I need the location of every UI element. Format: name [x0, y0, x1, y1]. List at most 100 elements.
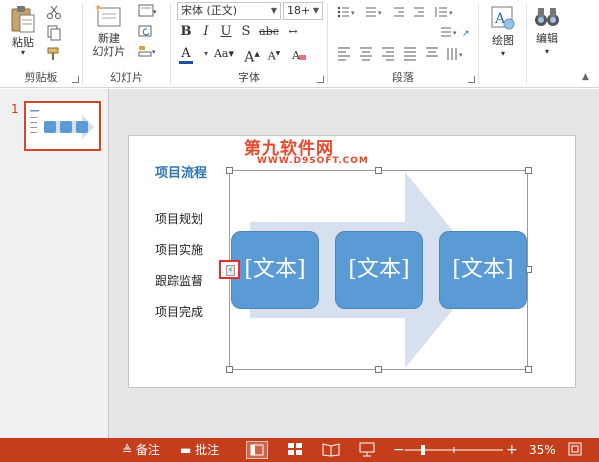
italic-button[interactable]: I [197, 23, 215, 41]
normal-view-button[interactable] [246, 441, 268, 459]
chevron-down-icon: ▼ [270, 6, 277, 15]
list-buttons-row[interactable]: ▾ ▾ ▾ [336, 4, 476, 20]
editing-label: 编辑 [536, 32, 558, 45]
drawing-dropdown-icon: ▾ [500, 49, 505, 58]
clear-formatting-icon[interactable]: A [291, 48, 307, 62]
slide-sorter-button[interactable] [285, 441, 307, 459]
collapse-ribbon-icon[interactable]: ▲ [582, 72, 589, 82]
resize-handle[interactable] [375, 167, 382, 174]
shadow-s-icon: S [241, 24, 251, 39]
svg-text:▾: ▾ [152, 48, 156, 56]
find-binoculars-icon [535, 8, 559, 26]
paste-button[interactable]: 粘贴 ▾ [6, 4, 40, 57]
section-icon[interactable]: ▾ [138, 44, 158, 58]
clipboard-group: 粘贴 ▾ 剪贴板 [0, 0, 82, 88]
svg-text:▾: ▾ [153, 8, 157, 16]
text-direction-row[interactable]: ▾ ↗ [336, 24, 476, 40]
normal-view-icon [250, 444, 264, 456]
smartart-text-box[interactable]: [文本] [335, 231, 423, 309]
resize-handle[interactable] [525, 167, 532, 174]
font-color-swatch [179, 61, 193, 64]
reading-view-icon [322, 443, 340, 457]
fit-to-window-button[interactable] [566, 441, 588, 459]
text-pane-toggle-button[interactable]: ‹ [219, 260, 240, 279]
grow-font-button[interactable]: A▲ [243, 45, 261, 67]
svg-text:▾: ▾ [449, 9, 453, 17]
slideshow-icon [359, 442, 375, 457]
svg-text:↗: ↗ [462, 29, 470, 39]
cut-icon[interactable] [46, 4, 62, 20]
shapes-icon: A [491, 6, 515, 30]
font-group: 宋体 (正文) ▼ 18+ ▼ B I U S abc ↔ A ▾ Aa▾ A▲ A… [171, 0, 327, 88]
clipboard-group-label: 剪贴板 [24, 71, 58, 84]
shadow-button[interactable]: S [237, 23, 255, 41]
zoom-in-button[interactable]: + [506, 438, 518, 462]
font-name-dropdown[interactable]: 宋体 (正文) ▼ [177, 2, 281, 20]
format-painter-icon[interactable] [46, 46, 62, 62]
resize-handle[interactable] [226, 366, 233, 373]
svg-text:✶: ✶ [94, 3, 102, 14]
zoom-slider[interactable] [405, 445, 503, 455]
font-color-button[interactable]: A [177, 45, 195, 64]
notes-button[interactable]: ≜ 备注 [122, 438, 160, 462]
resize-handle[interactable] [525, 366, 532, 373]
slide-text-item[interactable]: 项目规划 [155, 210, 203, 227]
font-color-letter: A [181, 46, 191, 61]
drawing-button[interactable]: A 绘图 ▾ [485, 4, 521, 60]
copy-icon[interactable] [46, 25, 62, 41]
clipboard-launcher-icon[interactable] [72, 76, 79, 83]
slide-text-item[interactable]: 项目实施 [155, 241, 203, 258]
comments-button[interactable]: ▬ 批注 [180, 438, 219, 462]
svg-text:▾: ▾ [351, 9, 355, 17]
chevron-left-icon: ‹ [226, 265, 235, 276]
grow-font-letter: A [244, 49, 255, 66]
editing-button[interactable]: 编辑 ▾ [529, 4, 565, 58]
new-slide-button[interactable]: ✶ 新建 幻灯片 [87, 2, 131, 58]
paragraph-launcher-icon[interactable] [468, 76, 475, 83]
new-slide-label-2: 幻灯片 [92, 45, 126, 58]
layout-icon[interactable]: ▾ [138, 4, 158, 18]
reset-slide-icon[interactable] [138, 24, 154, 38]
paste-dropdown-icon[interactable]: ▾ [6, 49, 40, 57]
char-spacing-button[interactable]: ↔ [285, 23, 301, 41]
zoom-level[interactable]: 35% [529, 438, 556, 462]
slideshow-button[interactable] [357, 441, 379, 459]
zoom-out-button[interactable]: − [393, 438, 405, 462]
new-slide-icon: ✶ [94, 3, 121, 27]
new-slide-label-1: 新建 [98, 32, 120, 45]
svg-text:▾: ▾ [378, 9, 382, 17]
shrink-font-button[interactable]: A▼ [265, 45, 283, 66]
slide-thumbnail[interactable] [24, 101, 101, 151]
resize-handle[interactable] [375, 366, 382, 373]
font-size-dropdown[interactable]: 18+ ▼ [283, 2, 323, 20]
change-case-button[interactable]: Aa▾ [211, 45, 237, 63]
paragraph-group: ▾ ▾ ▾ ▾ ↗ ▾ 段落 [328, 0, 478, 88]
svg-text:▾: ▾ [459, 51, 463, 59]
fit-window-icon [568, 442, 582, 456]
watermark-url: WWW.D9SOFT.COM [257, 156, 369, 166]
bold-button[interactable]: B [177, 23, 195, 41]
resize-handle[interactable] [226, 167, 233, 174]
notes-icon: ≜ [122, 443, 133, 457]
slide-title[interactable]: 项目流程 [155, 162, 207, 181]
reading-view-button[interactable] [321, 441, 343, 459]
drawing-group: A 绘图 ▾ [479, 0, 526, 88]
svg-text:▾: ▾ [453, 29, 457, 37]
underline-button[interactable]: U [217, 23, 235, 41]
smartart-text-box[interactable]: [文本] [231, 231, 319, 309]
strikethrough-button[interactable]: abc [257, 23, 281, 41]
comment-icon: ▬ [180, 443, 192, 457]
ribbon: 粘贴 ▾ 剪贴板 ✶ 新建 幻灯片 ▾ ▾ 幻灯片 宋体 (正文) ▼ 18+ … [0, 0, 599, 88]
slides-group: ✶ 新建 幻灯片 ▾ ▾ 幻灯片 [83, 0, 170, 88]
font-launcher-icon[interactable] [317, 76, 324, 83]
smartart-text-box[interactable]: [文本] [439, 231, 527, 309]
slide-text-item[interactable]: 项目完成 [155, 303, 203, 320]
slide-text-item[interactable]: 跟踪监督 [155, 272, 203, 289]
notes-label: 备注 [135, 443, 160, 457]
slide-sorter-icon [288, 443, 302, 455]
thumbnail-number: 1 [11, 102, 19, 116]
alignment-buttons-row[interactable]: ▾ [336, 45, 476, 61]
shrink-font-letter: A [267, 49, 276, 63]
zoom-slider-thumb[interactable] [421, 445, 425, 455]
drawing-label: 绘图 [492, 34, 514, 47]
